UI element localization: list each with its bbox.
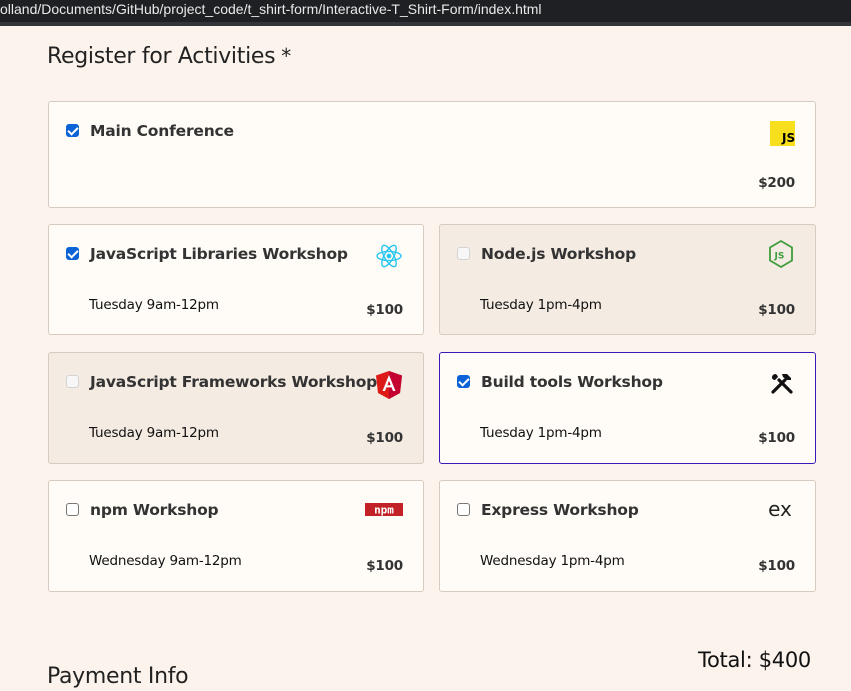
build-tools-icon <box>769 370 795 396</box>
activity-time: Tuesday 1pm-4pm <box>480 425 602 441</box>
activity-time: Tuesday 9am-12pm <box>89 425 219 441</box>
express-checkbox[interactable] <box>457 503 470 516</box>
nodejs-logo-icon: JS <box>767 239 795 269</box>
browser-address-bar[interactable]: olland/Documents/GitHub/project_code/t_s… <box>0 0 851 22</box>
activities-total: Total: $400 <box>698 648 811 672</box>
js-libraries-checkbox[interactable] <box>66 247 79 260</box>
activity-price: $100 <box>366 302 403 318</box>
activity-main-conference[interactable]: Main Conference $200 JS <box>48 101 816 208</box>
activity-price: $100 <box>366 430 403 446</box>
react-logo-icon <box>375 242 403 270</box>
activity-js-frameworks: JavaScript Frameworks Workshop Tuesday 9… <box>48 352 424 464</box>
activity-name: Express Workshop <box>481 501 639 519</box>
svg-text:npm: npm <box>374 504 394 517</box>
activity-time: Wednesday 1pm-4pm <box>480 553 625 569</box>
angular-logo-icon <box>375 370 403 400</box>
activity-price: $200 <box>758 175 795 191</box>
activity-name: JavaScript Frameworks Workshop <box>90 373 378 391</box>
activity-name: npm Workshop <box>90 501 219 519</box>
activity-price: $100 <box>758 558 795 574</box>
activity-price: $100 <box>758 302 795 318</box>
activity-npm[interactable]: npm Workshop Wednesday 9am-12pm $100 npm <box>48 480 424 592</box>
js-frameworks-checkbox <box>66 375 79 388</box>
activity-express[interactable]: Express Workshop Wednesday 1pm-4pm $100 … <box>439 480 816 592</box>
activity-name: Main Conference <box>90 122 234 140</box>
activities-legend: Register for Activities * <box>47 44 291 69</box>
activity-name: Build tools Workshop <box>481 373 663 391</box>
activity-nodejs: Node.js Workshop Tuesday 1pm-4pm $100 JS <box>439 224 816 335</box>
url-text: olland/Documents/GitHub/project_code/t_s… <box>0 1 542 17</box>
activities-title: Register for Activities <box>47 44 276 69</box>
javascript-logo-icon: JS <box>770 121 795 146</box>
activity-price: $100 <box>366 558 403 574</box>
required-asterisk: * <box>281 44 291 68</box>
activity-time: Tuesday 9am-12pm <box>89 297 219 313</box>
npm-checkbox[interactable] <box>66 503 79 516</box>
svg-text:JS: JS <box>774 252 785 262</box>
activity-time: Wednesday 9am-12pm <box>89 553 242 569</box>
activity-js-libraries[interactable]: JavaScript Libraries Workshop Tuesday 9a… <box>48 224 424 335</box>
express-logo-icon: ex <box>765 497 795 521</box>
svg-text:ex: ex <box>768 497 792 521</box>
payment-info-title: Payment Info <box>47 664 189 689</box>
nodejs-checkbox <box>457 247 470 260</box>
activity-name: Node.js Workshop <box>481 245 637 263</box>
svg-text:JS: JS <box>781 131 795 145</box>
toolbar-divider <box>0 22 851 26</box>
activity-build-tools[interactable]: Build tools Workshop Tuesday 1pm-4pm $10… <box>439 352 816 464</box>
activity-time: Tuesday 1pm-4pm <box>480 297 602 313</box>
main-conference-checkbox[interactable] <box>66 124 79 137</box>
build-tools-checkbox[interactable] <box>457 375 470 388</box>
activity-price: $100 <box>758 430 795 446</box>
activity-name: JavaScript Libraries Workshop <box>90 245 348 263</box>
npm-logo-icon: npm <box>365 503 403 519</box>
